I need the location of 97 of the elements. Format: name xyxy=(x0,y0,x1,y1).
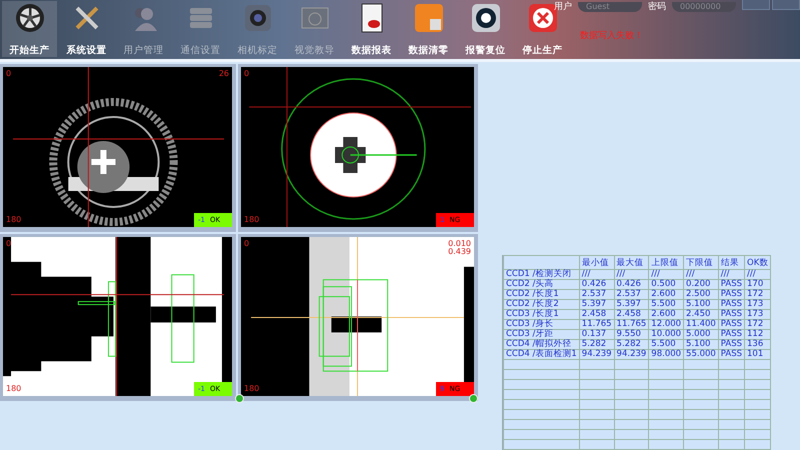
table-cell: 173 xyxy=(744,310,771,320)
table-cell: 5.397 xyxy=(579,300,614,310)
table-cell: 2.537 xyxy=(579,290,614,300)
table-cell: /// xyxy=(744,270,771,280)
table-cell: CCD3 /身长 xyxy=(504,320,580,330)
coordinate-label: 0 xyxy=(6,240,12,248)
table-cell: 112 xyxy=(744,330,771,340)
table-cell: CCD2 /长度2 xyxy=(504,300,580,310)
table-cell: 5.500 xyxy=(648,300,684,310)
table-cell: 5.282 xyxy=(579,340,614,350)
toolbar-button[interactable]: 报警复位 xyxy=(458,1,513,57)
coordinate-label: 180 xyxy=(244,385,260,393)
column-header: 上限值 xyxy=(648,256,684,270)
table-cell: 2.458 xyxy=(579,310,614,320)
coordinate-label: 0.010 0.439 xyxy=(448,240,471,256)
table-cell: 5.000 xyxy=(684,330,718,340)
table-cell: PASS xyxy=(718,310,744,320)
table-cell: 2.458 xyxy=(614,310,649,320)
toolbar-button[interactable]: 数据清零 xyxy=(401,1,456,57)
table-cell: 94.239 xyxy=(614,350,649,360)
table-cell: /// xyxy=(579,270,614,280)
table-cell: 101 xyxy=(744,350,771,360)
table-cell: 11.765 xyxy=(579,320,614,330)
table-cell: 172 xyxy=(744,320,771,330)
table-cell: 10.000 xyxy=(648,330,684,340)
table-cell: 0.500 xyxy=(648,280,684,290)
camera-icon xyxy=(242,3,272,33)
table-cell: 2.500 xyxy=(684,290,718,300)
table-cell: 5.282 xyxy=(614,340,649,350)
table-cell: PASS xyxy=(718,300,744,310)
table-cell: 98.000 xyxy=(648,350,684,360)
table-cell: /// xyxy=(684,270,718,280)
table-cell: 5.100 xyxy=(684,340,718,350)
coordinate-label: 180 xyxy=(244,216,260,224)
table-cell: 172 xyxy=(744,290,771,300)
table-cell: 2.600 xyxy=(648,290,684,300)
toolbar-button[interactable]: 数据报表 xyxy=(344,1,399,57)
toolbar-button[interactable]: 开始生产 xyxy=(2,1,57,57)
table-cell: 9.550 xyxy=(614,330,649,340)
coordinate-label: 180 xyxy=(6,216,22,224)
table-cell: 55.000 xyxy=(684,350,718,360)
coordinate-label: 0 xyxy=(244,240,250,248)
wheel-icon xyxy=(14,3,44,33)
table-cell: /// xyxy=(718,270,744,280)
coordinate-label: 26 xyxy=(218,70,229,78)
table-cell: 173 xyxy=(744,300,771,310)
table-cell: 5.500 xyxy=(648,340,684,350)
table-cell: 11.400 xyxy=(684,320,718,330)
table-cell: PASS xyxy=(718,350,744,360)
coordinate-label: 0 xyxy=(6,70,12,78)
table-cell: PASS xyxy=(718,320,744,330)
table-cell: 0.200 xyxy=(684,280,718,290)
status-dot xyxy=(235,394,244,403)
table-cell: 0.426 xyxy=(579,280,614,290)
table-cell: CCD3 /长度1 xyxy=(504,310,580,320)
user-field[interactable]: Guest xyxy=(578,2,642,12)
table-cell: 2.450 xyxy=(684,310,718,320)
ring-icon xyxy=(470,3,500,33)
table-cell: PASS xyxy=(718,290,744,300)
table-cell: 5.100 xyxy=(684,300,718,310)
table-cell: CCD4 /帽拟外径 xyxy=(504,340,580,350)
column-header: 下限值 xyxy=(684,256,718,270)
table-cell: 12.000 xyxy=(648,320,684,330)
table-cell: /// xyxy=(648,270,684,280)
table-cell: 2.600 xyxy=(648,310,684,320)
status-dot xyxy=(469,394,478,403)
table-cell: 136 xyxy=(744,340,771,350)
user-label: 用户 xyxy=(554,0,572,13)
table-cell: PASS xyxy=(718,330,744,340)
toolbar-button[interactable]: 系统设置 xyxy=(59,1,114,57)
coordinate-label: 0 xyxy=(244,70,250,78)
table-cell: PASS xyxy=(718,280,744,290)
table-cell: 2.537 xyxy=(614,290,649,300)
table-cell: PASS xyxy=(718,340,744,350)
coordinate-label: 180 xyxy=(6,385,22,393)
table-cell: 11.765 xyxy=(614,320,649,330)
table-cell: 170 xyxy=(744,280,771,290)
column-header: OK数 xyxy=(744,256,771,270)
calculator-icon xyxy=(414,3,444,33)
table-cell: 94.239 xyxy=(579,350,614,360)
column-header: 结果 xyxy=(718,256,744,270)
column-header: 最小值 xyxy=(579,256,614,270)
column-header: 最大值 xyxy=(614,256,649,270)
table-cell: CCD1 /检测关闭 xyxy=(504,270,580,280)
table-cell: 0.426 xyxy=(614,280,649,290)
table-cell: CCD4 /表面检测1 xyxy=(504,350,580,360)
table-cell: CCD2 /长度1 xyxy=(504,290,580,300)
table-cell: CCD3 /牙距 xyxy=(504,330,580,340)
maximize-button[interactable] xyxy=(772,0,800,10)
password-label: 密码 xyxy=(648,0,666,13)
password-field[interactable]: 00000000 xyxy=(672,2,736,12)
error-message: 数据写入失败！ xyxy=(580,30,643,42)
table-cell: 5.397 xyxy=(614,300,649,310)
minimize-button[interactable] xyxy=(742,0,770,10)
table-cell: 0.137 xyxy=(579,330,614,340)
table-cell: /// xyxy=(614,270,649,280)
table-cell: CCD2 /头高 xyxy=(504,280,580,290)
